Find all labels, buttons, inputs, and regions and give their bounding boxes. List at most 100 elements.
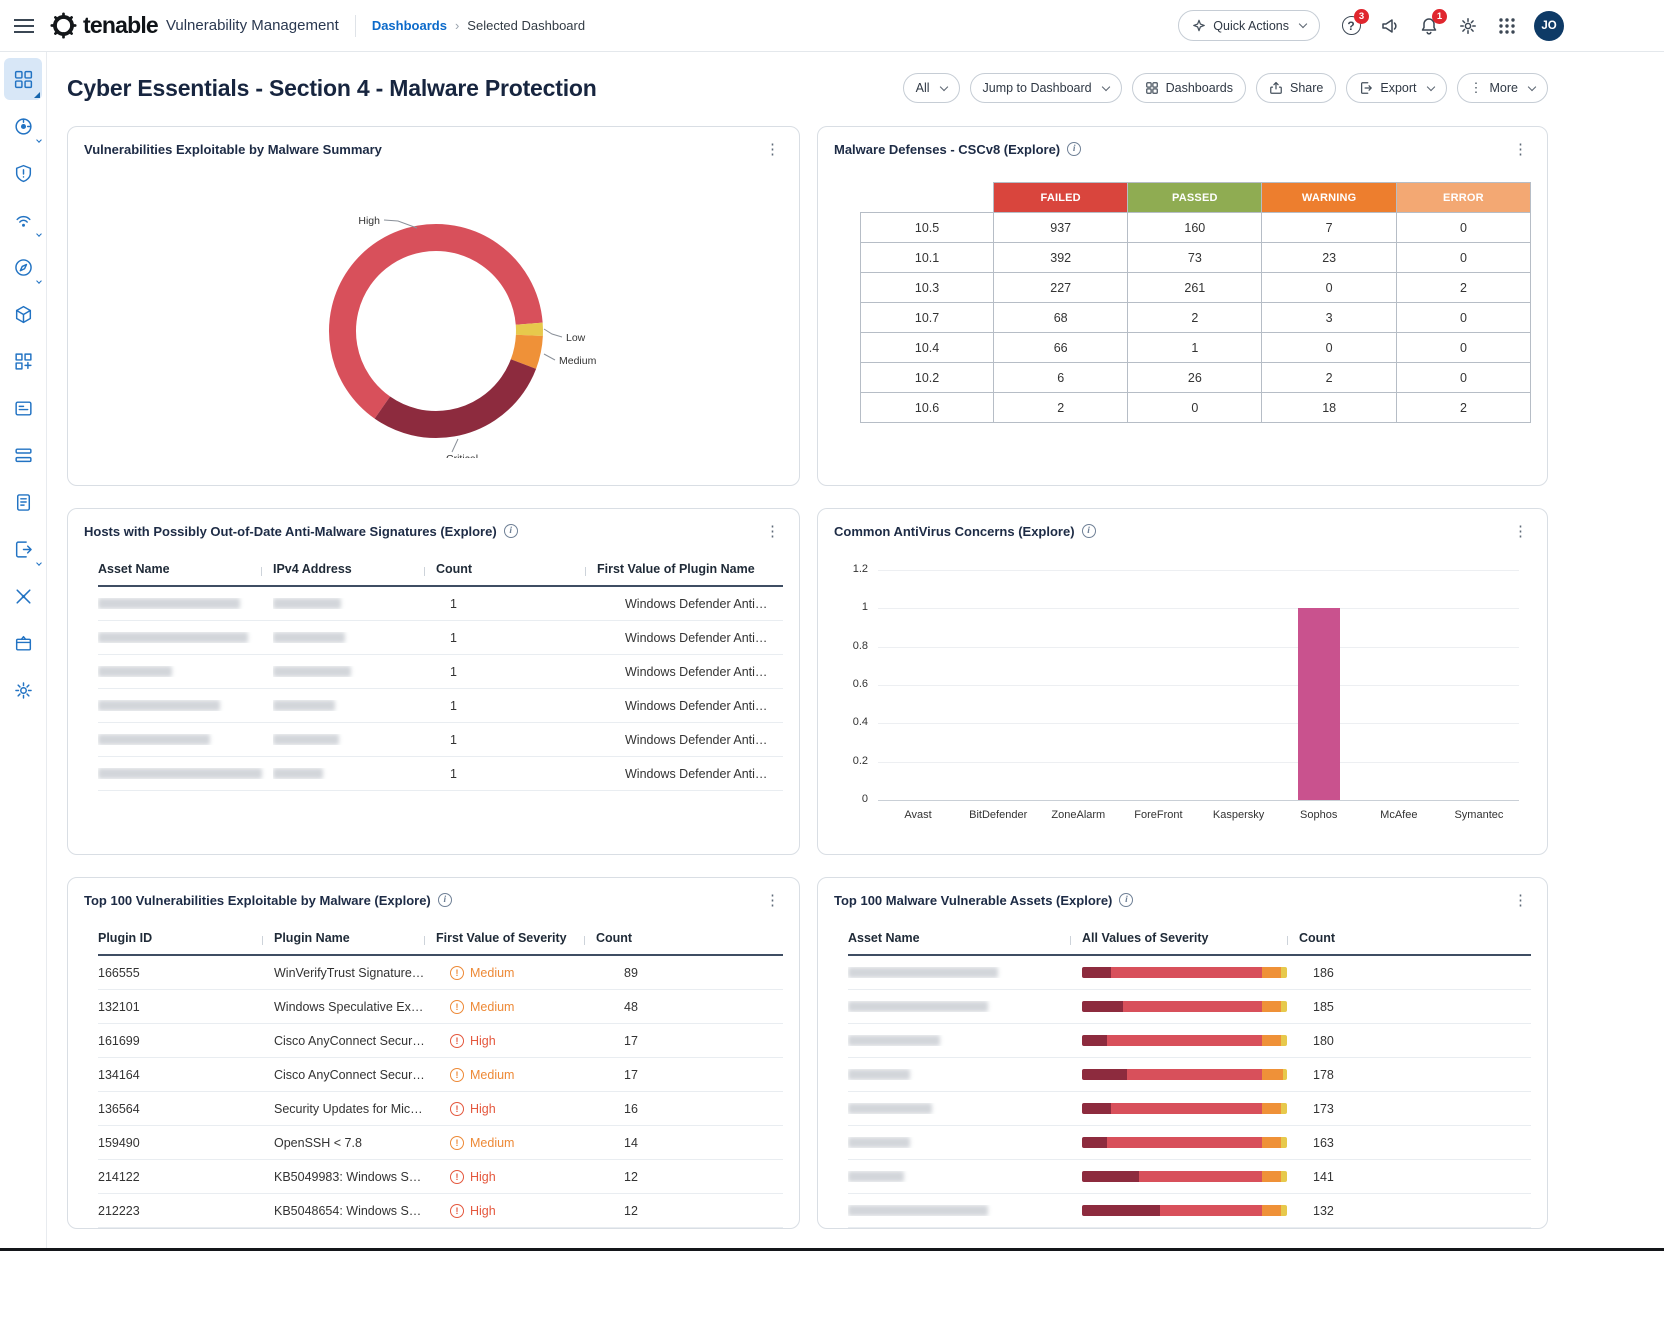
sidebar-item-export[interactable] [4, 528, 42, 570]
sidebar-item-documents[interactable] [4, 481, 42, 523]
table-row[interactable]: 214122KB5049983: Windows S…High12 [98, 1160, 783, 1194]
sidebar-item-settings[interactable] [4, 669, 42, 711]
info-icon[interactable] [1119, 893, 1133, 907]
defense-count-cell[interactable]: 160 [1128, 213, 1262, 243]
defense-count-cell[interactable]: 937 [994, 213, 1128, 243]
defense-count-cell[interactable]: 0 [1396, 213, 1530, 243]
notifications-bell-icon[interactable]: 1 [1417, 14, 1441, 38]
sidebar-item-findings[interactable] [4, 152, 42, 194]
hamburger-menu-icon[interactable] [14, 19, 34, 33]
defense-count-cell[interactable]: 392 [994, 243, 1128, 273]
table-row[interactable]: 178 [848, 1058, 1531, 1092]
table-row[interactable]: 141 [848, 1160, 1531, 1194]
defense-count-cell[interactable]: 2 [994, 393, 1128, 423]
table-row[interactable]: 1Windows Defender Anti… [98, 621, 783, 655]
widget-menu-kebab-icon[interactable] [1510, 891, 1531, 909]
sidebar-item-reports[interactable] [4, 387, 42, 429]
severity-stacked-bar[interactable] [1082, 1035, 1287, 1046]
table-row[interactable]: 132 [848, 1194, 1531, 1228]
defense-count-cell[interactable]: 2 [1396, 393, 1530, 423]
table-row[interactable]: 1Windows Defender Anti… [98, 655, 783, 689]
widget-menu-kebab-icon[interactable] [1510, 140, 1531, 158]
defense-count-cell[interactable]: 2 [1128, 303, 1262, 333]
widget-menu-kebab-icon[interactable] [762, 140, 783, 158]
announcements-megaphone-icon[interactable] [1378, 14, 1402, 38]
sidebar-item-remediation[interactable] [4, 575, 42, 617]
defense-count-cell[interactable]: 2 [1262, 363, 1396, 393]
defense-count-cell[interactable]: 26 [1128, 363, 1262, 393]
severity-stacked-bar[interactable] [1082, 1205, 1287, 1216]
severity-stacked-bar[interactable] [1082, 1137, 1287, 1148]
severity-stacked-bar[interactable] [1082, 1171, 1287, 1182]
sidebar-item-dashboards[interactable] [4, 58, 42, 100]
defense-count-cell[interactable]: 2 [1396, 273, 1530, 303]
table-row[interactable]: 163 [848, 1126, 1531, 1160]
user-avatar[interactable]: JO [1534, 11, 1564, 41]
defense-count-cell[interactable]: 261 [1128, 273, 1262, 303]
info-icon[interactable] [504, 524, 518, 538]
sidebar-item-applications[interactable] [4, 340, 42, 382]
table-row[interactable]: 212223KB5048654: Windows S…High12 [98, 1194, 783, 1228]
breadcrumb-dashboards-link[interactable]: Dashboards [372, 18, 447, 33]
share-button[interactable]: Share [1256, 73, 1336, 103]
tenable-logo[interactable]: tenable [50, 12, 158, 39]
defense-count-cell[interactable]: 7 [1262, 213, 1396, 243]
table-row[interactable]: 161699Cisco AnyConnect Secur…High17 [98, 1024, 783, 1058]
sidebar-item-assets[interactable] [4, 293, 42, 335]
severity-stacked-bar[interactable] [1082, 1069, 1287, 1080]
widget-menu-kebab-icon[interactable] [762, 522, 783, 540]
table-row[interactable]: 159490OpenSSH < 7.8Medium14 [98, 1126, 783, 1160]
sidebar-item-lists[interactable] [4, 434, 42, 476]
defense-count-cell[interactable]: 0 [1128, 393, 1262, 423]
bar-sophos[interactable] [1298, 608, 1340, 800]
severity-stacked-bar[interactable] [1082, 1001, 1287, 1012]
table-row[interactable]: 134164Cisco AnyConnect Secur…Medium17 [98, 1058, 783, 1092]
dashboards-button[interactable]: Dashboards [1132, 73, 1246, 103]
table-row[interactable]: 1Windows Defender Anti… [98, 587, 783, 621]
severity-stacked-bar[interactable] [1082, 1103, 1287, 1114]
defense-count-cell[interactable]: 66 [994, 333, 1128, 363]
info-icon[interactable] [1082, 524, 1096, 538]
defense-count-cell[interactable]: 227 [994, 273, 1128, 303]
defense-count-cell[interactable]: 0 [1396, 303, 1530, 333]
sidebar-item-packages[interactable] [4, 622, 42, 664]
defense-count-cell[interactable]: 0 [1262, 333, 1396, 363]
sidebar-item-sensors[interactable] [4, 199, 42, 241]
defense-count-cell[interactable]: 0 [1396, 363, 1530, 393]
defense-count-cell[interactable]: 68 [994, 303, 1128, 333]
table-row[interactable]: 180 [848, 1024, 1531, 1058]
defense-count-cell[interactable]: 0 [1396, 243, 1530, 273]
more-button[interactable]: More [1457, 73, 1548, 103]
scope-filter-button[interactable]: All [903, 73, 960, 103]
table-row[interactable]: 185 [848, 990, 1531, 1024]
defense-count-cell[interactable]: 0 [1262, 273, 1396, 303]
app-switcher-icon[interactable] [1495, 14, 1519, 38]
table-row[interactable]: 186 [848, 956, 1531, 990]
table-row[interactable]: 173 [848, 1092, 1531, 1126]
sidebar-item-scans[interactable] [4, 246, 42, 288]
table-row[interactable]: 1Windows Defender Anti… [98, 723, 783, 757]
info-icon[interactable] [1067, 142, 1081, 156]
defense-count-cell[interactable]: 0 [1396, 333, 1530, 363]
table-row[interactable]: 166555WinVerifyTrust Signature…Medium89 [98, 956, 783, 990]
defense-count-cell[interactable]: 18 [1262, 393, 1396, 423]
export-button[interactable]: Export [1346, 73, 1446, 103]
help-icon[interactable]: 3 [1339, 14, 1363, 38]
widget-menu-kebab-icon[interactable] [762, 891, 783, 909]
defense-count-cell[interactable]: 3 [1262, 303, 1396, 333]
defense-count-cell[interactable]: 6 [994, 363, 1128, 393]
jump-to-dashboard-button[interactable]: Jump to Dashboard [970, 73, 1122, 103]
table-row[interactable]: 1Windows Defender Anti… [98, 757, 783, 791]
settings-gear-icon[interactable] [1456, 14, 1480, 38]
defense-count-cell[interactable]: 73 [1128, 243, 1262, 273]
defense-count-cell[interactable]: 1 [1128, 333, 1262, 363]
severity-stacked-bar[interactable] [1082, 967, 1287, 978]
table-row[interactable]: 1Windows Defender Anti… [98, 689, 783, 723]
table-row[interactable]: 132101Windows Speculative Ex…Medium48 [98, 990, 783, 1024]
defense-count-cell[interactable]: 23 [1262, 243, 1396, 273]
table-row[interactable]: 136564Security Updates for Mic…High16 [98, 1092, 783, 1126]
widget-menu-kebab-icon[interactable] [1510, 522, 1531, 540]
sidebar-item-explore[interactable] [4, 105, 42, 147]
info-icon[interactable] [438, 893, 452, 907]
quick-actions-button[interactable]: Quick Actions [1178, 10, 1320, 41]
